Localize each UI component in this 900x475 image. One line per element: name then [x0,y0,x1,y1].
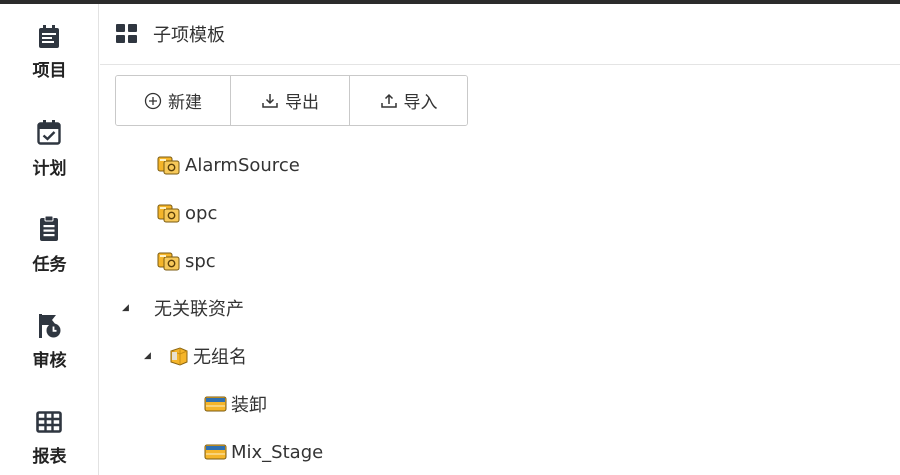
tree-node-no-group[interactable]: ◢ 无组名 [144,341,247,371]
sidebar-item-project[interactable]: 项目 [0,18,99,98]
sidebar-item-plan[interactable]: 计划 [0,116,99,196]
asset-item-icon [204,441,228,463]
import-button[interactable]: 导入 [349,76,467,125]
table-icon [36,411,62,433]
clipboard-icon [40,215,58,241]
tree-node-label: 无组名 [193,347,247,368]
import-button-label: 导入 [403,93,438,113]
toolbar: 新建 导出 导入 [115,75,468,126]
download-icon [262,93,278,108]
tree-node-spc[interactable]: spc [156,246,216,276]
upload-icon [380,93,397,108]
tree-node-label: opc [185,202,218,224]
sidebar-item-label: 报表 [32,447,67,467]
main-header: 子项模板 [100,4,900,65]
grid-icon [116,24,137,43]
sidebar-item-label: 任务 [32,255,67,275]
expand-caret-icon[interactable]: ◢ [122,303,132,313]
export-button[interactable]: 导出 [230,76,349,125]
new-button[interactable]: 新建 [116,76,230,125]
main-panel: 子项模板 新建 导出 导入 AlarmSource opc spc ◢ 无关联资… [100,4,900,475]
tree-node-mix-stage[interactable]: Mix_Stage [204,437,323,467]
tree-node-label: Mix_Stage [231,441,324,463]
sidebar-item-report[interactable]: 报表 [0,404,99,475]
tree-node-unlinked-assets[interactable]: ◢ 无关联资产 [122,293,244,323]
tree-node-label: 无关联资产 [154,299,244,320]
expand-caret-icon[interactable]: ◢ [144,351,154,361]
sidebar: 项目 计划 任务 审核 报表 [0,4,99,475]
template-node-icon [156,154,182,176]
asset-item-icon [204,393,228,415]
tree-node-label: spc [185,250,216,272]
sidebar-item-label: 计划 [32,159,67,179]
page-title: 子项模板 [153,25,225,46]
tree-node-label: AlarmSource [185,154,300,176]
sidebar-item-review[interactable]: 审核 [0,308,99,388]
project-icon [39,25,59,48]
sidebar-item-label: 审核 [32,351,67,371]
flag-clock-icon [39,314,61,338]
template-node-icon [156,202,182,224]
template-node-icon [156,250,182,272]
sidebar-item-label: 项目 [32,61,67,81]
export-button-label: 导出 [285,93,319,113]
plus-circle-icon [144,92,162,109]
tree-node-alarmsource[interactable]: AlarmSource [156,150,300,180]
tree-node-loading[interactable]: 装卸 [204,389,267,419]
sidebar-item-task[interactable]: 任务 [0,212,99,292]
tree-node-opc[interactable]: opc [156,198,217,228]
group-folder-icon [168,345,190,367]
new-button-label: 新建 [168,93,202,113]
calendar-check-icon [37,120,61,145]
tree-node-label: 装卸 [231,395,267,416]
